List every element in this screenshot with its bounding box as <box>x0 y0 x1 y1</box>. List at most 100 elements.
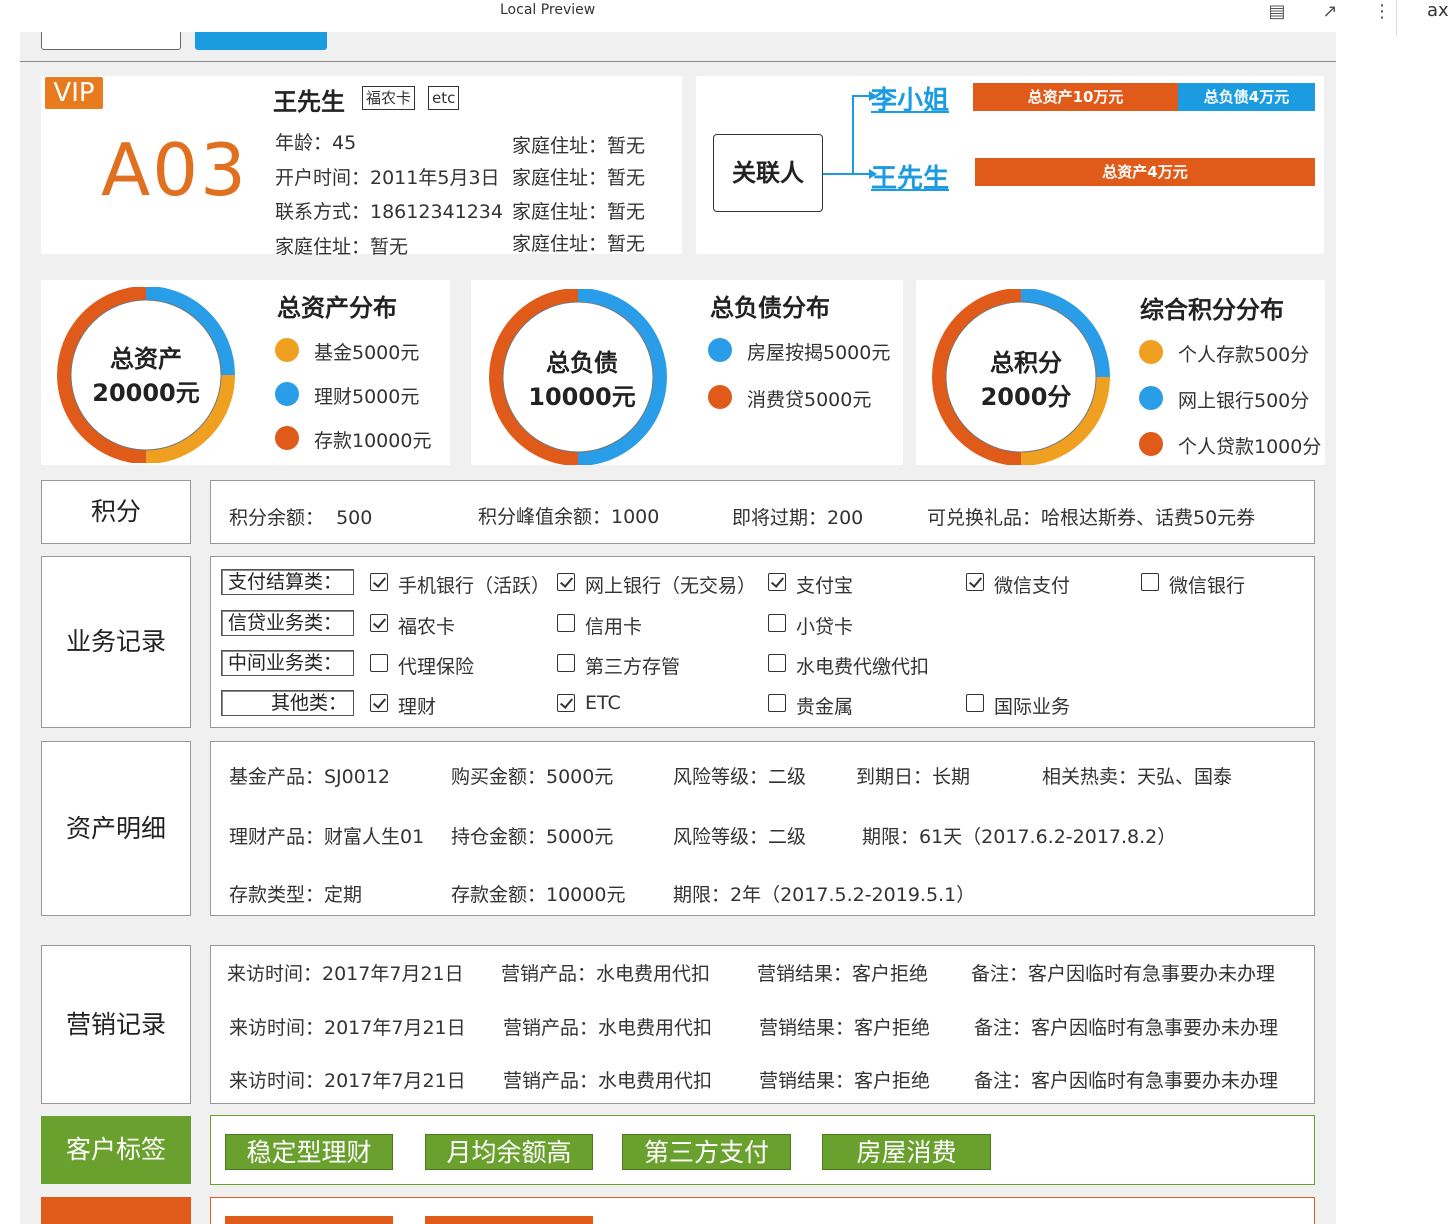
marketing-field: 备注：客户因临时有急事要办未办理 <box>971 963 1276 985</box>
marketing-field: 营销结果：客户拒绝 <box>759 1070 931 1092</box>
document-icon[interactable]: ▤ <box>1265 0 1289 24</box>
legend-label: 个人存款500分 <box>1178 344 1310 366</box>
customer-tag[interactable]: 稳定型理财 <box>225 1134 393 1170</box>
business-checkbox[interactable] <box>768 654 786 672</box>
business-category-label: 中间业务类： <box>221 650 354 676</box>
business-checkbox[interactable] <box>370 573 388 591</box>
business-checkbox[interactable] <box>557 654 575 672</box>
customer-tag[interactable]: 月均余额高 <box>425 1134 593 1170</box>
business-checkbox[interactable] <box>557 614 575 632</box>
marketing-field: 营销结果：客户拒绝 <box>759 1017 931 1039</box>
marketing-field: 营销产品：水电费用代扣 <box>503 1070 713 1092</box>
donut-title: 总负债分布 <box>710 294 830 322</box>
customer-code: A03 <box>101 128 248 212</box>
business-checkbox[interactable] <box>966 694 984 712</box>
recommend-item[interactable] <box>225 1216 393 1224</box>
business-checkbox-label: 水电费代缴代扣 <box>796 656 930 678</box>
business-checkbox-label: ETC <box>585 692 621 714</box>
info-open-date: 开户时间：2011年5月3日 <box>275 167 500 189</box>
relation-bar: 总资产10万元 总负债4万元 <box>973 83 1315 111</box>
business-checkbox[interactable] <box>557 573 575 591</box>
donut-title: 总资产分布 <box>277 294 397 322</box>
asset-detail-field: 到期日：长期 <box>856 766 971 788</box>
asset-detail-field: 基金产品：SJ0012 <box>229 766 391 788</box>
product-tag-etc: etc <box>428 86 460 110</box>
legend-label: 理财5000元 <box>314 386 420 408</box>
business-checkbox[interactable] <box>768 573 786 591</box>
legend-label: 基金5000元 <box>314 342 420 364</box>
marketing-field: 营销产品：水电费用代扣 <box>501 963 711 985</box>
customer-tag[interactable]: 第三方支付 <box>622 1134 791 1170</box>
liability-segment: 总负债4万元 <box>1178 83 1315 111</box>
related-persons-box: 关联人 <box>713 134 823 212</box>
donut-center-label: 总资产 <box>110 345 182 373</box>
points-peak: 积分峰值余额：1000 <box>478 506 660 528</box>
business-checkbox[interactable] <box>557 694 575 712</box>
info-address-r3: 家庭住址：暂无 <box>512 201 646 223</box>
donut-center-label: 总积分 <box>990 349 1062 377</box>
relations-card: 关联人 李小姐 王先生 总资产10万元 总负债4万元 总资产4万元 <box>696 76 1324 254</box>
info-address-r1: 家庭住址：暂无 <box>512 135 646 157</box>
business-checkbox-label: 微信支付 <box>994 575 1071 597</box>
business-checkbox[interactable] <box>370 694 388 712</box>
info-address-r4: 家庭住址：暂无 <box>512 233 646 255</box>
recommend-panel <box>210 1197 1315 1224</box>
business-checkbox-label: 网上银行（无交易） <box>585 575 757 597</box>
business-checkbox[interactable] <box>370 614 388 632</box>
business-checkbox-label: 国际业务 <box>994 696 1071 718</box>
marketing-field: 来访时间：2017年7月21日 <box>229 1017 466 1039</box>
asset-detail-field: 持仓金额：5000元 <box>451 826 614 848</box>
section-label-marketing: 营销记录 <box>41 945 191 1104</box>
business-checkbox[interactable] <box>1141 573 1159 591</box>
marketing-field: 来访时间：2017年7月21日 <box>227 963 464 985</box>
recommend-item[interactable] <box>425 1216 593 1224</box>
section-label-assets: 资产明细 <box>41 741 191 916</box>
business-checkbox-label: 信用卡 <box>585 616 643 638</box>
asset-segment: 总资产4万元 <box>975 158 1315 186</box>
info-age: 年龄：45 <box>275 132 357 154</box>
legend-dot <box>708 385 732 409</box>
export-icon[interactable]: ↗ <box>1318 0 1342 24</box>
donut-center-value: 10000元 <box>528 383 636 411</box>
legend-dot <box>275 382 299 406</box>
vip-badge: VIP <box>45 77 103 109</box>
asset-detail-field: 存款类型：定期 <box>229 884 363 906</box>
donut-center-value: 20000元 <box>92 379 200 407</box>
asset-detail-field: 风险等级：二级 <box>673 766 807 788</box>
business-checkbox-label: 手机银行（活跃） <box>398 575 551 597</box>
related-person-link[interactable]: 李小姐 <box>871 80 949 117</box>
side-panel: ax <box>1396 0 1451 36</box>
more-options-icon[interactable]: ⋮ <box>1370 0 1394 24</box>
business-checkbox[interactable] <box>768 614 786 632</box>
business-category-label: 其他类： <box>221 690 354 716</box>
relation-links <box>823 91 877 179</box>
business-category-label: 信贷业务类： <box>221 610 354 636</box>
legend-label: 存款10000元 <box>314 430 432 452</box>
business-checkbox-label: 代理保险 <box>398 656 475 678</box>
marketing-field: 营销产品：水电费用代扣 <box>503 1017 713 1039</box>
business-checkbox[interactable] <box>768 694 786 712</box>
asset-detail-panel: 基金产品：SJ0012 购买金额：5000元 风险等级：二级 到期日：长期 相关热卖：天… <box>210 741 1315 916</box>
legend-dot <box>275 426 299 450</box>
product-tag-fnk: 福农卡 <box>362 86 416 110</box>
asset-detail-field: 风险等级：二级 <box>673 826 807 848</box>
business-category-label: 支付结算类： <box>221 569 354 595</box>
business-checkbox[interactable] <box>370 654 388 672</box>
marketing-field: 备注：客户因临时有急事要办未办理 <box>974 1070 1279 1092</box>
asset-detail-field: 购买金额：5000元 <box>451 766 614 788</box>
info-address-r2: 家庭住址：暂无 <box>512 167 646 189</box>
profile-card: VIP A03 王先生 福农卡 etc 年龄：45 开户时间：2011年5月3日… <box>41 76 682 258</box>
customer-name: 王先生 <box>273 88 345 116</box>
top-nav <box>20 32 1336 62</box>
nav-button-active[interactable] <box>195 32 327 50</box>
side-panel-text: ax <box>1427 0 1449 21</box>
business-checkbox-label: 贵金属 <box>796 696 854 718</box>
section-label-points: 积分 <box>41 480 191 544</box>
customer-tag[interactable]: 房屋消费 <box>822 1134 991 1170</box>
marketing-field: 备注：客户因临时有急事要办未办理 <box>974 1017 1279 1039</box>
business-checkbox-label: 支付宝 <box>796 575 854 597</box>
customer-tags-panel: 稳定型理财 月均余额高 第三方支付 房屋消费 <box>210 1115 1315 1185</box>
nav-button-1[interactable] <box>41 32 181 50</box>
related-person-link[interactable]: 王先生 <box>871 158 949 195</box>
business-checkbox[interactable] <box>966 573 984 591</box>
